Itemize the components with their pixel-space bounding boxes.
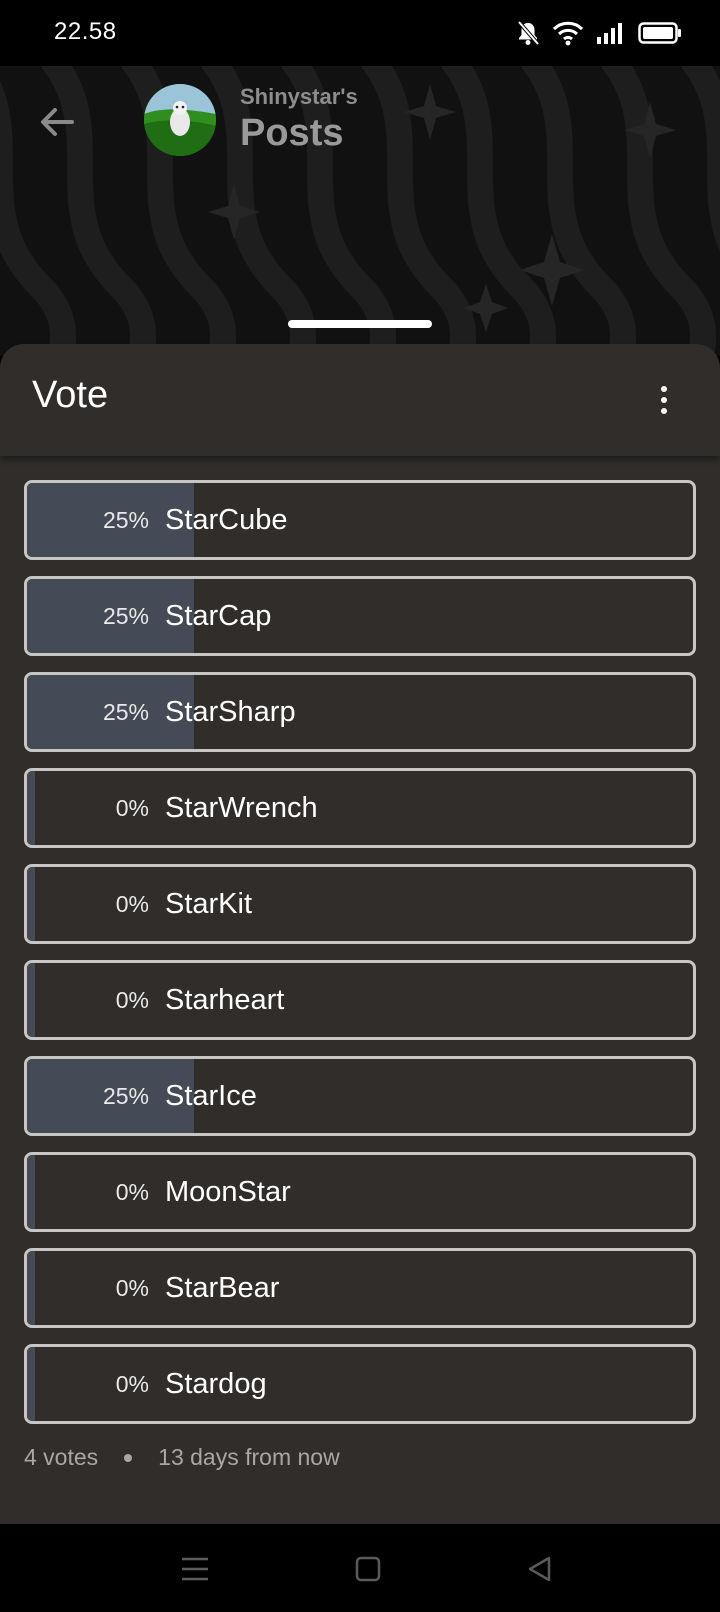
home-square-icon — [355, 1556, 381, 1582]
poll-option[interactable]: 25% StarCube — [24, 480, 696, 560]
poll-option[interactable]: 0% Starheart — [24, 960, 696, 1040]
avatar[interactable] — [144, 84, 216, 156]
poll-option[interactable]: 0% MoonStar — [24, 1152, 696, 1232]
poll-option-percent: 0% — [115, 1179, 149, 1205]
poll-meta: 4 votes 13 days from now — [24, 1444, 340, 1471]
poll-option-label: StarCube — [165, 504, 288, 536]
drag-handle[interactable] — [288, 320, 432, 328]
poll-option[interactable]: 0% StarWrench — [24, 768, 696, 848]
back-triangle-icon — [528, 1556, 551, 1582]
header-subtitle: Shinystar's — [240, 84, 358, 109]
poll-option-label: StarWrench — [165, 792, 318, 824]
poll-option-label: StarIce — [165, 1080, 257, 1112]
status-icons — [516, 18, 682, 48]
header-banner: Shinystar's Posts — [0, 66, 720, 356]
poll-option[interactable]: 0% Stardog — [24, 1344, 696, 1424]
poll-option-percent: 25% — [102, 507, 149, 533]
status-bar: 22.58 — [0, 0, 720, 66]
poll-option[interactable]: 25% StarCap — [24, 576, 696, 656]
poll-option-label: StarKit — [165, 888, 253, 920]
poll-option-percent: 0% — [115, 795, 149, 821]
poll-option-percent: 25% — [102, 699, 149, 725]
page-title: Posts — [240, 112, 344, 154]
poll-option-fill — [27, 771, 35, 845]
poll-option-fill — [27, 1155, 35, 1229]
poll-options: 25% StarCube 25% StarCap 25% StarSharp 0… — [24, 480, 696, 1440]
poll-option-percent: 0% — [115, 1371, 149, 1397]
poll-option-label: StarSharp — [165, 696, 296, 728]
system-nav-bar — [0, 1526, 720, 1612]
wifi-icon — [552, 21, 584, 46]
home-button[interactable] — [347, 1548, 389, 1590]
wave-pattern — [0, 66, 720, 356]
vote-count: 4 votes — [24, 1444, 99, 1470]
separator-dot — [124, 1453, 133, 1462]
signal-icon — [597, 23, 622, 44]
bell-muted-icon — [517, 20, 540, 46]
vote-sheet: Vote 25% StarCube 25% StarCap 25% StarSh… — [0, 344, 720, 1524]
status-time: 22.58 — [54, 18, 117, 45]
poll-option-label: StarCap — [165, 600, 272, 632]
poll-option-fill — [27, 963, 35, 1037]
poll-option-label: StarBear — [165, 1272, 280, 1304]
poll-option[interactable]: 25% StarSharp — [24, 672, 696, 752]
poll-option[interactable]: 0% StarBear — [24, 1248, 696, 1328]
poll-option-label: Stardog — [165, 1368, 267, 1400]
poll-deadline: 13 days from now — [158, 1444, 340, 1470]
poll-option-percent: 25% — [102, 603, 149, 629]
sheet-title: Vote — [32, 374, 109, 416]
more-options-button[interactable] — [650, 378, 678, 422]
poll-option-label: Starheart — [165, 984, 285, 1016]
poll-option-percent: 0% — [115, 891, 149, 917]
arrow-left-icon — [41, 108, 74, 136]
poll-option[interactable]: 25% StarIce — [24, 1056, 696, 1136]
poll-option-percent: 0% — [115, 1275, 149, 1301]
battery-icon — [638, 22, 681, 44]
recents-button[interactable] — [174, 1548, 216, 1590]
poll-option-fill — [27, 1251, 35, 1325]
menu-icon — [182, 1557, 208, 1581]
poll-option-label: MoonStar — [165, 1176, 291, 1208]
system-back-button[interactable] — [518, 1548, 560, 1590]
poll-option-fill — [27, 867, 35, 941]
more-vertical-icon — [661, 386, 667, 392]
poll-option-percent: 25% — [102, 1083, 149, 1109]
back-button[interactable] — [32, 98, 80, 146]
poll-option-percent: 0% — [115, 987, 149, 1013]
poll-option[interactable]: 0% StarKit — [24, 864, 696, 944]
poll-option-fill — [27, 1347, 35, 1421]
avatar-image — [144, 84, 216, 156]
sheet-header: Vote — [0, 344, 720, 456]
